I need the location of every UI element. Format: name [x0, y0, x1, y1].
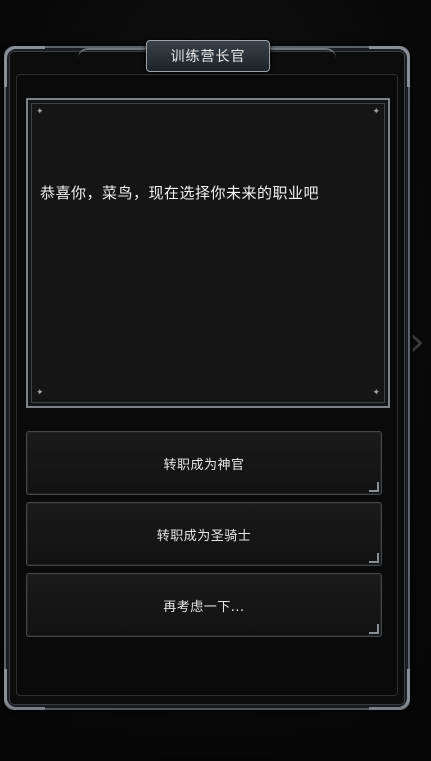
- title-ornament-right: [266, 48, 336, 64]
- option-reconsider-button[interactable]: 再考虑一下...: [26, 573, 382, 637]
- title-plate: 训练营长官: [146, 40, 270, 72]
- npc-dialog-window: 训练营长官 ✦ ✦ ✦ ✦ 恭喜你，菜鸟，现在选择你未来的职业吧 转职成为神官 …: [4, 40, 410, 710]
- corner-notch: [369, 553, 379, 563]
- sparkle-icon: ✦: [36, 388, 44, 398]
- bottom-shade: [0, 701, 431, 761]
- option-label: 转职成为神官: [163, 457, 245, 473]
- dialog-message-box: ✦ ✦ ✦ ✦ 恭喜你，菜鸟，现在选择你未来的职业吧: [26, 98, 390, 408]
- title-ornament-left: [78, 48, 148, 64]
- option-label: 转职成为圣骑士: [156, 528, 252, 544]
- sparkle-icon: ✦: [372, 107, 380, 117]
- corner-notch: [369, 482, 379, 492]
- corner-notch: [369, 624, 379, 634]
- sparkle-icon: ✦: [372, 388, 380, 398]
- option-become-priest-button[interactable]: 转职成为神官: [26, 431, 382, 495]
- dialog-message: 恭喜你，菜鸟，现在选择你未来的职业吧: [40, 184, 320, 202]
- sparkle-icon: ✦: [36, 107, 44, 117]
- option-label: 再考虑一下...: [163, 599, 245, 615]
- option-become-paladin-button[interactable]: 转职成为圣骑士: [26, 502, 382, 566]
- npc-name-title: 训练营长官: [170, 49, 246, 65]
